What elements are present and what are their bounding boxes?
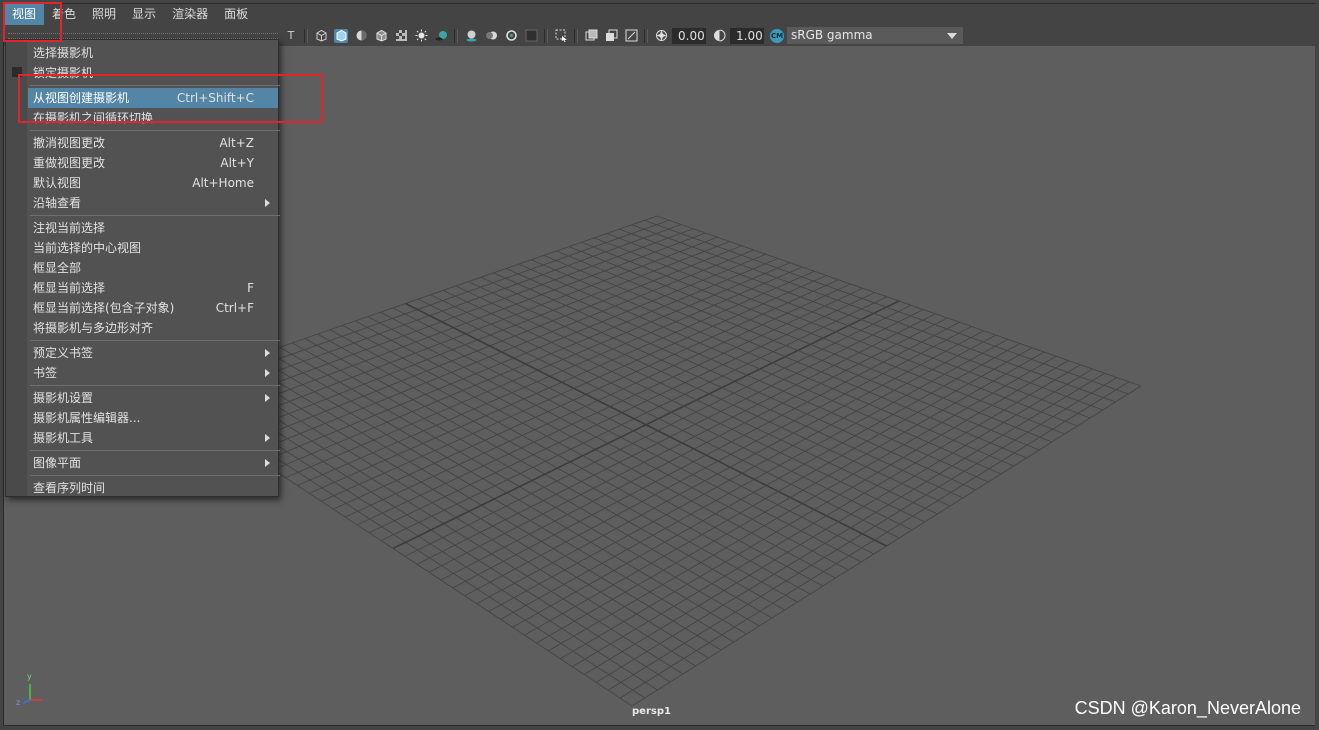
menu-separator [30, 475, 280, 476]
toolbar-separator [544, 28, 548, 43]
menu-item-select-camera[interactable]: 选择摄影机 [28, 43, 278, 63]
menu-item-frame-selection[interactable]: 框显当前选择 F [28, 278, 278, 298]
menu-item-bookmarks[interactable]: 书签 [28, 363, 278, 383]
menu-item-align-camera-to-polygon[interactable]: 将摄影机与多边形对齐 [28, 318, 278, 338]
menu-show[interactable]: 显示 [124, 4, 164, 25]
menu-item-label: 注视当前选择 [33, 221, 106, 235]
xray-icon[interactable] [584, 29, 598, 43]
menu-item-label: 摄影机工具 [33, 431, 94, 445]
menu-item-label: 摄影机属性编辑器... [33, 411, 141, 425]
submenu-arrow-icon [265, 434, 270, 442]
menu-separator [30, 340, 280, 341]
menu-item-label: 将摄影机与多边形对齐 [33, 321, 154, 335]
submenu-arrow-icon [265, 349, 270, 357]
menu-lighting[interactable]: 照明 [84, 4, 124, 25]
menu-item-camera-attribute-editor[interactable]: 摄影机属性编辑器... [28, 408, 278, 428]
menu-item-default-view[interactable]: 默认视图 Alt+Home [28, 173, 278, 193]
annotation-box-create-camera [18, 74, 323, 123]
menu-item-shortcut: Alt+Home [192, 176, 254, 190]
isolate-select-icon[interactable] [554, 29, 568, 43]
menu-item-label: 框显当前选择(包含子对象) [33, 301, 175, 315]
view-transform-value: sRGB gamma [791, 28, 873, 42]
panel-menubar: 视图 着色 照明 显示 渲染器 面板 [4, 4, 1315, 25]
text-icon[interactable]: T [284, 29, 298, 43]
menu-panels[interactable]: 面板 [216, 4, 256, 25]
lights-icon[interactable] [414, 29, 428, 43]
toolbar-separator [644, 28, 648, 43]
submenu-arrow-icon [265, 459, 270, 467]
wireframe-on-shaded-icon[interactable] [374, 29, 388, 43]
menu-item-label: 摄影机设置 [33, 391, 94, 405]
menu-item-view-along-axis[interactable]: 沿轴查看 [28, 193, 278, 213]
menu-renderer[interactable]: 渲染器 [164, 4, 216, 25]
menu-item-label: 图像平面 [33, 456, 82, 470]
menu-item-image-plane[interactable]: 图像平面 [28, 453, 278, 473]
menu-item-view-sequence-time[interactable]: 查看序列时间 [28, 478, 278, 498]
menu-separator [30, 130, 280, 131]
menu-item-label: 预定义书签 [33, 346, 94, 360]
axis-y-label: y [27, 672, 32, 681]
color-management-icon[interactable]: CM [770, 28, 784, 43]
xray-active-components-icon[interactable] [604, 29, 618, 43]
maya-window: 视图 着色 照明 显示 渲染器 面板 T 0.00 1.00 CM sRGB g… [0, 0, 1319, 730]
watermark-text: CSDN @Karon_NeverAlone [1074, 698, 1301, 718]
axis-gizmo: y z [14, 672, 54, 707]
default-material-icon[interactable] [354, 29, 368, 43]
camera-name-label: persp1 [632, 706, 671, 717]
menu-separator [30, 215, 280, 216]
menu-item-label: 框显全部 [33, 261, 82, 275]
menu-item-center-view-of-selection[interactable]: 当前选择的中心视图 [28, 238, 278, 258]
menu-separator [30, 385, 280, 386]
toolbar-separator [574, 28, 578, 43]
menu-item-label: 框显当前选择 [33, 281, 106, 295]
menu-item-label: 撤消视图更改 [33, 136, 106, 150]
xray-joints-icon[interactable] [624, 29, 638, 43]
menu-item-shortcut: Alt+Z [219, 136, 254, 150]
menu-item-camera-settings[interactable]: 摄影机设置 [28, 388, 278, 408]
menu-item-shortcut: Ctrl+F [215, 301, 254, 315]
chevron-down-icon [947, 33, 957, 39]
menu-item-predefined-bookmarks[interactable]: 预定义书签 [28, 343, 278, 363]
gamma-icon[interactable] [712, 29, 726, 43]
submenu-arrow-icon [265, 394, 270, 402]
menu-item-shortcut: F [247, 281, 254, 295]
toolbar-separator [304, 28, 308, 43]
wireframe-cube-icon[interactable] [314, 29, 328, 43]
view-transform-select[interactable]: sRGB gamma [787, 27, 963, 44]
screen-space-ao-icon[interactable] [464, 29, 478, 43]
anti-aliasing-icon[interactable] [504, 29, 518, 43]
menu-separator [30, 450, 280, 451]
smooth-shade-cube-icon[interactable] [334, 28, 348, 43]
menu-item-frame-all[interactable]: 框显全部 [28, 258, 278, 278]
depth-of-field-icon[interactable] [524, 29, 538, 43]
menu-item-camera-tools[interactable]: 摄影机工具 [28, 428, 278, 448]
motion-blur-icon[interactable] [484, 29, 498, 43]
toolbar-separator [454, 28, 458, 43]
gamma-field[interactable]: 1.00 [730, 27, 764, 44]
menu-item-label: 沿轴查看 [33, 196, 82, 210]
textured-icon[interactable] [394, 29, 408, 43]
menu-item-redo-view-change[interactable]: 重做视图更改 Alt+Y [28, 153, 278, 173]
menu-item-label: 书签 [33, 366, 58, 380]
menu-item-shortcut: Alt+Y [220, 156, 254, 170]
menu-item-undo-view-change[interactable]: 撤消视图更改 Alt+Z [28, 133, 278, 153]
menu-item-label: 选择摄影机 [33, 46, 94, 60]
menu-item-label: 当前选择的中心视图 [33, 241, 142, 255]
shadows-icon[interactable] [434, 29, 448, 43]
menu-item-look-at-selection[interactable]: 注视当前选择 [28, 218, 278, 238]
exposure-field[interactable]: 0.00 [672, 27, 706, 44]
annotation-box-view-menu [3, 2, 62, 42]
menu-item-label: 重做视图更改 [33, 156, 106, 170]
menu-item-label: 查看序列时间 [33, 481, 106, 495]
axis-z-label: z [16, 698, 21, 707]
exposure-icon[interactable] [654, 29, 668, 43]
menu-item-frame-selection-with-children[interactable]: 框显当前选择(包含子对象) Ctrl+F [28, 298, 278, 318]
menu-item-label: 默认视图 [33, 176, 82, 190]
submenu-arrow-icon [265, 199, 270, 207]
submenu-arrow-icon [265, 369, 270, 377]
